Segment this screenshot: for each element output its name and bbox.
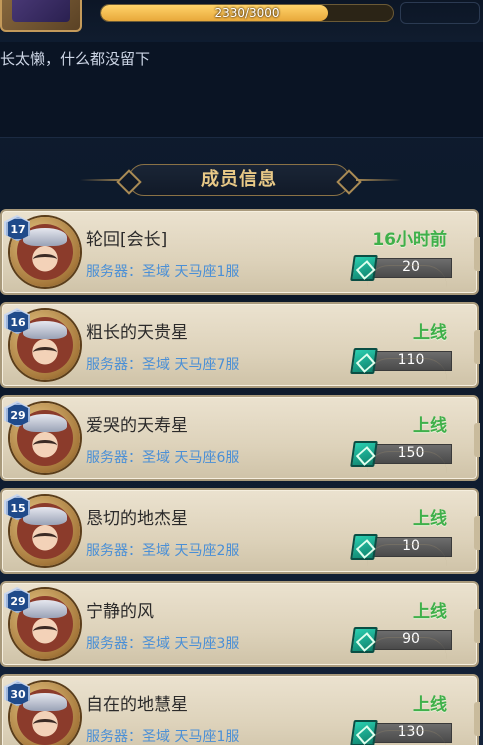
member-status: 上线 [413,602,447,622]
guild-notice-text: 长太懒，什么都没留下 [0,50,151,68]
guild-exp-text: 2330/3000 [214,6,280,20]
member-name: 宁静的风 [86,602,154,622]
member-name: 轮回[会长] [86,230,168,250]
card-flourish [367,451,447,473]
member-info-header: 成员信息 [0,160,483,200]
member-server: 服务器：圣域 天马座6服 [86,450,240,466]
member-status: 上线 [413,323,447,343]
header-plate: 成员信息 [128,164,350,196]
card-side-tab [474,330,480,364]
member-name: 恳切的地杰星 [86,509,188,529]
member-name: 爱哭的天寿星 [86,416,188,436]
card-flourish [367,730,447,745]
member-name: 粗长的天贵星 [86,323,188,343]
card-side-tab [474,609,480,643]
member-server: 服务器：圣域 天马座2服 [86,543,240,559]
guild-emblem[interactable] [0,0,82,32]
member-card[interactable]: 30 自在的地慧星 服务器：圣域 天马座1服 上线 130 [0,674,480,745]
guild-notice-panel: 长太懒，什么都没留下 [0,42,483,138]
member-server: 服务器：圣域 天马座1服 [86,729,240,745]
member-card[interactable]: 16 粗长的天贵星 服务器：圣域 天马座7服 上线 110 [0,302,480,388]
guild-header-strip: 2330/3000 [0,0,483,40]
member-server: 服务器：圣域 天马座7服 [86,357,240,373]
card-side-tab [474,702,480,736]
guild-exp-bar: 2330/3000 [100,4,394,22]
card-flourish [367,544,447,566]
section-title: 成员信息 [201,169,277,190]
emblem-inner-icon [12,0,70,22]
member-status: 上线 [413,695,447,715]
member-status: 上线 [413,509,447,529]
member-card[interactable]: 29 爱哭的天寿星 服务器：圣域 天马座6服 上线 150 [0,395,480,481]
member-name: 自在的地慧星 [86,695,188,715]
card-flourish [367,265,447,287]
member-server: 服务器：圣域 天马座1服 [86,264,240,280]
top-right-frame [400,2,480,24]
card-flourish [367,637,447,659]
member-card[interactable]: 15 恳切的地杰星 服务器：圣域 天马座2服 上线 10 [0,488,480,574]
card-flourish [367,358,447,380]
guild-members-screen: 2330/3000 长太懒，什么都没留下 成员信息 17 轮回[会长] 服务器：… [0,0,483,745]
card-side-tab [474,516,480,550]
member-card[interactable]: 17 轮回[会长] 服务器：圣域 天马座1服 16小时前 20 [0,209,480,295]
card-side-tab [474,237,480,271]
member-status: 上线 [413,416,447,436]
card-side-tab [474,423,480,457]
member-server: 服务器：圣域 天马座3服 [86,636,240,652]
header-divider-right [356,179,401,181]
member-status: 16小时前 [372,230,447,250]
member-card[interactable]: 29 宁静的风 服务器：圣域 天马座3服 上线 90 [0,581,480,667]
